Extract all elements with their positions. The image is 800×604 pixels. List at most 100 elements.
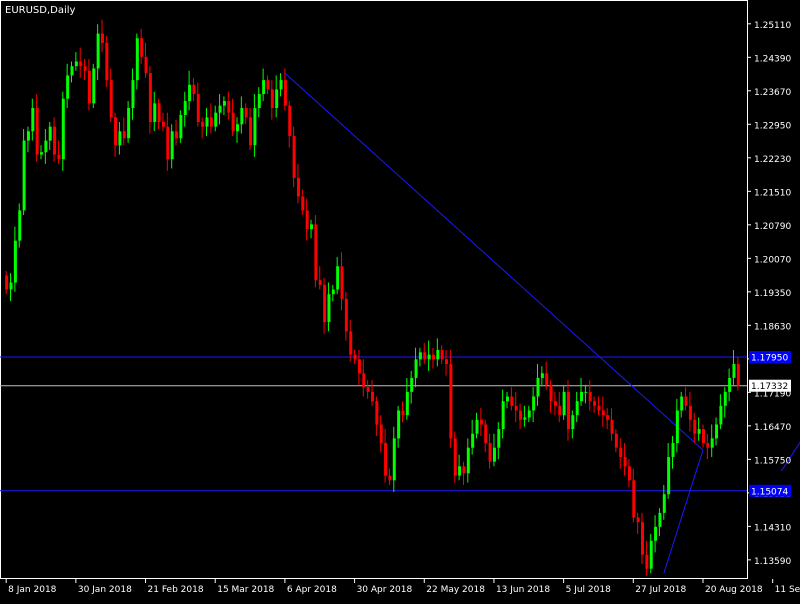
candle-body <box>405 391 409 416</box>
candle-body <box>601 410 605 416</box>
y-tick-label: 1.25110 <box>754 21 791 31</box>
candle-body <box>222 101 226 106</box>
candle-body <box>492 447 496 462</box>
candle-body <box>114 117 118 146</box>
candle-body <box>736 363 740 386</box>
candle-body <box>231 112 235 132</box>
candle-body <box>519 410 523 420</box>
price-chart[interactable]: EURUSD,Daily 1.25110 1.24390 1.23670 1.2295… <box>0 0 800 600</box>
candle-body <box>314 224 318 281</box>
candle-body <box>436 349 440 360</box>
candle-body <box>283 80 287 106</box>
x-tick-label: 21 Feb 2018 <box>148 585 204 595</box>
y-tick-label: 1.23670 <box>754 88 791 98</box>
candle-body <box>253 108 257 146</box>
candle-body <box>514 405 518 411</box>
candle-body <box>105 42 109 81</box>
candle-body <box>553 401 557 406</box>
y-tick-label: 1.22230 <box>754 155 791 165</box>
candle-body <box>510 396 514 406</box>
candle-body <box>536 377 540 397</box>
x-tick-label: 20 Aug 2018 <box>705 585 763 595</box>
candle-body <box>667 457 671 495</box>
candle-body <box>366 387 370 392</box>
candle-body <box>641 522 645 555</box>
x-tick-label: 30 Apr 2018 <box>357 585 413 595</box>
candle-body <box>593 401 597 406</box>
candle-body <box>179 115 183 139</box>
candle-body <box>83 66 87 71</box>
candle-body <box>353 354 357 360</box>
y-tick-label: 1.16470 <box>754 423 791 433</box>
candle-body <box>688 405 692 420</box>
candle-body <box>240 108 244 125</box>
candle-body <box>379 424 383 444</box>
candle-body <box>257 94 261 109</box>
candle-body <box>545 373 549 385</box>
candle-body <box>723 391 727 406</box>
candle-body <box>209 117 213 127</box>
x-tick-label: 30 Jan 2018 <box>78 585 132 595</box>
candle-body <box>523 417 527 420</box>
candle-body <box>384 443 388 476</box>
candle-body <box>196 94 200 122</box>
candle-body <box>18 210 22 241</box>
candle-body <box>397 410 401 439</box>
candle-body <box>192 84 196 95</box>
candle-body <box>131 80 135 109</box>
candle-body <box>87 70 91 104</box>
candle-body <box>701 429 705 444</box>
candle-body <box>118 131 122 146</box>
x-tick-label: 5 Jul 2018 <box>566 585 611 595</box>
candle-body <box>710 438 714 448</box>
candle-body <box>431 354 435 360</box>
candle-body <box>680 396 684 411</box>
candle-body <box>732 363 736 378</box>
candle-body <box>571 415 575 430</box>
x-tick-label: 27 Jul 2018 <box>635 585 686 595</box>
candle-body <box>649 540 653 569</box>
candle-body <box>227 101 231 113</box>
candle-body <box>100 33 104 43</box>
candle-body <box>697 429 701 434</box>
chart-window[interactable]: EURUSD,Daily 1.25110 1.24390 1.23670 1.2295… <box>0 0 800 600</box>
candle-body <box>410 377 414 392</box>
chart-title: EURUSD,Daily <box>5 5 76 16</box>
y-tick-label: 1.18630 <box>754 322 791 332</box>
level-price-label: 1.15074 <box>751 487 788 497</box>
candle-body <box>127 108 131 139</box>
candle-body <box>57 154 61 160</box>
candle-body <box>597 405 601 411</box>
candle-body <box>706 443 710 448</box>
candle-body <box>31 108 35 132</box>
x-tick-label: 11 Sep 2018 <box>775 585 800 595</box>
candle-body <box>61 98 65 160</box>
y-tick-label: 1.22950 <box>754 121 791 131</box>
candle-body <box>580 391 584 402</box>
candle-body <box>497 429 501 448</box>
x-tick-label: 15 Mar 2018 <box>217 585 274 595</box>
candle-body <box>471 433 475 448</box>
candle-body <box>70 66 74 76</box>
candle-body <box>13 240 17 283</box>
candle-body <box>375 401 379 425</box>
candle-body <box>135 38 139 81</box>
candle-body <box>296 177 300 197</box>
candle-body <box>532 396 536 411</box>
candle-body <box>506 396 510 402</box>
candle-body <box>323 284 327 323</box>
candle-body <box>235 124 239 132</box>
candle-body <box>623 457 627 467</box>
x-tick-label: 13 Jun 2018 <box>496 585 550 595</box>
candle-body <box>40 152 44 155</box>
candle-body <box>632 480 636 518</box>
candle-body <box>614 433 618 448</box>
candle-body <box>327 294 331 323</box>
candle-body <box>318 280 322 285</box>
y-tick-label: 1.15750 <box>754 456 791 466</box>
candle-body <box>92 68 96 104</box>
y-tick-label: 1.14310 <box>754 523 791 533</box>
candle-body <box>584 391 588 393</box>
candle-body <box>349 331 353 355</box>
candle-body <box>371 391 374 402</box>
